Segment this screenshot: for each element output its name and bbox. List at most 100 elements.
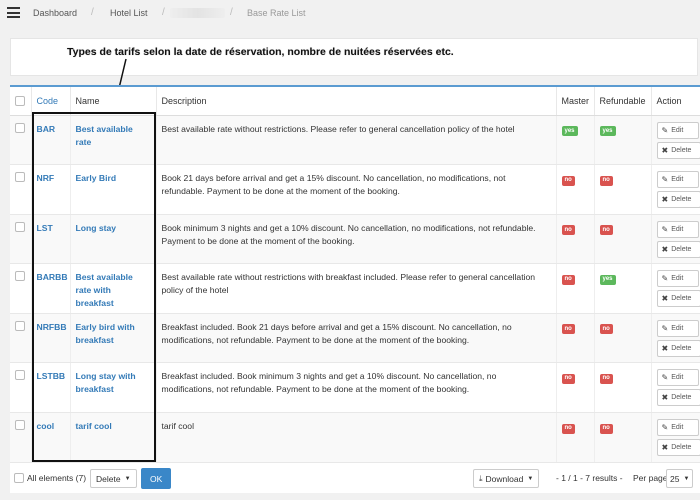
refundable-status-badge: yes	[599, 274, 616, 285]
delete-label: Delete	[671, 245, 692, 253]
delete-button[interactable]: ✖ Delete	[656, 339, 700, 357]
delete-button[interactable]: ✖ Delete	[656, 240, 700, 258]
edit-button[interactable]: ✎ Edit	[656, 171, 699, 189]
header-code[interactable]: Code	[31, 87, 71, 116]
row-select-cell	[10, 263, 32, 314]
edit-label: Edit	[671, 176, 684, 184]
per-page-select[interactable]: 25 ▼	[666, 469, 694, 488]
rate-description: Best available rate without restrictions…	[156, 263, 557, 314]
menu-icon[interactable]	[7, 7, 20, 18]
ok-button[interactable]: OK	[141, 468, 172, 489]
pagination-info: - 1 / 1 - 7 results -	[556, 473, 623, 483]
edit-button[interactable]: ✎ Edit	[656, 121, 699, 139]
header-action: Action	[651, 87, 700, 116]
breadcrumb-hotel-list[interactable]: Hotel List	[110, 8, 148, 18]
delete-label: Delete	[671, 344, 692, 352]
row-refundable-cell: no	[594, 313, 652, 364]
close-icon: ✖	[661, 443, 669, 453]
edit-button[interactable]: ✎ Edit	[656, 419, 699, 437]
refundable-status-badge: no	[599, 324, 613, 335]
download-label: Download	[485, 473, 524, 484]
row-checkbox[interactable]	[15, 122, 25, 133]
row-master-cell: no	[556, 214, 595, 265]
delete-label: Delete	[671, 394, 692, 402]
master-status-badge: no	[561, 175, 575, 186]
row-master-cell: no	[556, 313, 595, 364]
edit-label: Edit	[671, 374, 684, 382]
close-icon: ✖	[661, 343, 669, 353]
master-status-badge: no	[561, 274, 575, 285]
delete-button[interactable]: ✖ Delete	[656, 141, 700, 159]
table-header-row: Code Name Description Master Refundable …	[10, 87, 700, 116]
rate-description: Book 21 days before arrival and get a 15…	[156, 164, 557, 215]
header-name[interactable]: Name	[70, 87, 157, 116]
header-master[interactable]: Master	[556, 87, 595, 116]
row-action-cell: ✎ Edit ✖ Delete	[651, 313, 700, 364]
edit-button[interactable]: ✎ Edit	[656, 220, 699, 238]
rate-description: Book minimum 3 nights and get a 10% disc…	[156, 214, 557, 265]
row-refundable-cell: no	[594, 214, 652, 265]
delete-button[interactable]: ✖ Delete	[656, 439, 700, 457]
edit-label: Edit	[671, 324, 684, 332]
row-checkbox[interactable]	[15, 320, 25, 331]
close-icon: ✖	[661, 393, 669, 403]
bulk-action-select[interactable]: Delete ▼	[90, 469, 137, 488]
per-page-label: Per page	[633, 473, 668, 483]
breadcrumb-hotel-name-redacted[interactable]	[170, 8, 225, 18]
edit-icon: ✎	[661, 224, 669, 234]
download-button[interactable]: ⤓ Download ▼	[473, 469, 540, 488]
select-all-checkbox[interactable]	[15, 95, 25, 106]
row-checkbox[interactable]	[15, 221, 25, 232]
row-master-cell: no	[556, 362, 595, 414]
rate-description: Breakfast included. Book minimum 3 night…	[156, 362, 557, 414]
rate-description: tarif cool	[156, 412, 557, 463]
table-footer: All elements (7) Delete ▼ OK ⤓ Download …	[10, 463, 700, 493]
edit-button[interactable]: ✎ Edit	[656, 270, 699, 288]
breadcrumb-dashboard[interactable]: Dashboard	[33, 8, 77, 18]
row-action-cell: ✎ Edit ✖ Delete	[651, 412, 700, 463]
rate-description: Breakfast included. Book 21 days before …	[156, 313, 557, 364]
row-master-cell: no	[556, 263, 595, 314]
refundable-status-badge: no	[599, 225, 613, 236]
chevron-down-icon: ▼	[124, 475, 131, 482]
delete-button[interactable]: ✖ Delete	[656, 389, 700, 407]
delete-button[interactable]: ✖ Delete	[656, 290, 700, 308]
refundable-status-badge: yes	[599, 126, 616, 136]
breadcrumb-current: Base Rate List	[247, 8, 306, 18]
close-icon: ✖	[661, 244, 669, 254]
all-elements-label: All elements (7)	[27, 473, 87, 483]
bulk-action-value: Delete	[96, 473, 121, 484]
annotation-highlight-box	[32, 112, 156, 462]
close-icon: ✖	[661, 294, 669, 304]
row-action-cell: ✎ Edit ✖ Delete	[651, 115, 700, 166]
breadcrumb-separator: /	[230, 7, 233, 18]
row-refundable-cell: yes	[594, 263, 652, 314]
row-checkbox[interactable]	[15, 271, 25, 282]
edit-icon: ✎	[661, 175, 669, 185]
row-select-cell	[10, 164, 32, 215]
header-refundable[interactable]: Refundable	[594, 87, 652, 116]
row-action-cell: ✎ Edit ✖ Delete	[651, 214, 700, 265]
header-description[interactable]: Description	[156, 87, 557, 116]
per-page-value: 25	[670, 473, 680, 484]
row-refundable-cell: no	[594, 362, 652, 414]
edit-button[interactable]: ✎ Edit	[656, 319, 699, 337]
master-status-badge: no	[561, 225, 575, 236]
delete-button[interactable]: ✖ Delete	[656, 191, 700, 209]
row-action-cell: ✎ Edit ✖ Delete	[651, 362, 700, 414]
row-checkbox[interactable]	[15, 370, 25, 381]
row-action-cell: ✎ Edit ✖ Delete	[651, 164, 700, 215]
breadcrumb-separator: /	[91, 7, 94, 18]
row-checkbox[interactable]	[15, 420, 25, 431]
row-refundable-cell: yes	[594, 115, 652, 166]
row-select-cell	[10, 115, 32, 166]
row-master-cell: no	[556, 412, 595, 463]
row-checkbox[interactable]	[15, 172, 25, 183]
select-all-footer-checkbox[interactable]	[14, 473, 24, 483]
refundable-status-badge: no	[599, 373, 613, 384]
row-master-cell: no	[556, 164, 595, 215]
edit-button[interactable]: ✎ Edit	[656, 369, 699, 387]
edit-icon: ✎	[661, 423, 669, 433]
edit-label: Edit	[671, 225, 684, 233]
rate-description: Best available rate without restrictions…	[156, 115, 557, 166]
